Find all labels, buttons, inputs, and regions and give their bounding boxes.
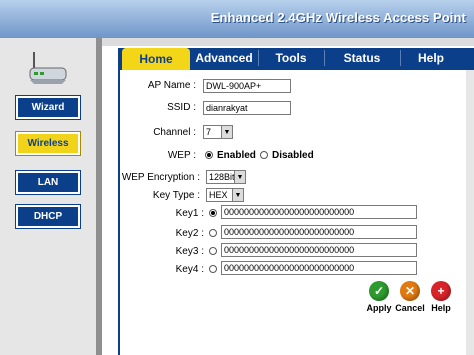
sidebar-item-wireless[interactable]: Wireless: [15, 131, 81, 156]
sidebar-item-lan[interactable]: LAN: [15, 170, 81, 195]
key1-radio[interactable]: [209, 209, 217, 217]
tab-separator: [400, 50, 401, 66]
ssid-field[interactable]: [203, 101, 291, 115]
wep-disabled-label: Disabled: [272, 150, 314, 161]
scrollbar[interactable]: [466, 70, 474, 355]
key-type-select[interactable]: HEX ▼: [206, 188, 244, 202]
wep-encryption-select[interactable]: 128Bit ▼: [206, 170, 246, 184]
key4-field[interactable]: [221, 261, 417, 275]
tab-home[interactable]: Home: [122, 48, 190, 70]
checkmark-icon: ✓: [369, 281, 389, 301]
tab-label: Status: [343, 51, 381, 65]
wep-enabled-label: Enabled: [217, 150, 256, 161]
key2-label: Key2 :: [175, 228, 204, 239]
ap-name-field[interactable]: [203, 79, 291, 93]
wep-encryption-value: 128Bit: [209, 172, 235, 182]
channel-value: 7: [206, 127, 212, 137]
apply-label: Apply: [366, 303, 392, 313]
channel-label: Channel :: [153, 127, 196, 138]
tab-label: Help: [417, 51, 444, 65]
key2-radio[interactable]: [209, 229, 217, 237]
tab-separator: [258, 50, 259, 66]
tab-advanced[interactable]: Advanced: [192, 48, 256, 68]
wep-encryption-label: WEP Encryption :: [121, 172, 200, 183]
key-type-label: Key Type :: [152, 190, 200, 201]
tab-status[interactable]: Status: [326, 48, 398, 68]
sidebar-item-label: LAN: [37, 177, 59, 188]
header-banner: Enhanced 2.4GHz Wireless Access Point: [0, 0, 474, 38]
channel-select[interactable]: 7 ▼: [203, 125, 233, 139]
cancel-label: Cancel: [395, 303, 425, 313]
tab-separator: [324, 50, 325, 66]
chevron-down-icon: ▼: [232, 189, 243, 201]
tab-label: Tools: [275, 51, 307, 65]
key3-label: Key3 :: [175, 246, 204, 257]
sidebar-item-dhcp[interactable]: DHCP: [15, 204, 81, 229]
ssid-label: SSID :: [167, 102, 196, 113]
key1-field[interactable]: [221, 205, 417, 219]
sidebar-item-wizard[interactable]: Wizard: [15, 95, 81, 120]
key3-field[interactable]: [221, 243, 417, 257]
sidebar-item-label: DHCP: [33, 211, 63, 222]
key2-field[interactable]: [221, 225, 417, 239]
wep-enabled-radio[interactable]: [205, 151, 213, 159]
sidebar-divider: [96, 38, 102, 355]
close-icon: ✕: [400, 281, 420, 301]
tab-help[interactable]: Help: [402, 48, 460, 68]
chevron-down-icon: ▼: [221, 126, 232, 138]
help-button[interactable]: + Help: [426, 281, 456, 313]
tab-tools[interactable]: Tools: [260, 48, 322, 68]
cancel-button[interactable]: ✕ Cancel: [395, 281, 425, 313]
key1-label: Key1 :: [175, 208, 204, 219]
key-type-value: HEX: [209, 190, 228, 200]
ap-name-label: AP Name :: [147, 80, 196, 91]
top-strip: [102, 38, 474, 46]
sidebar-item-label: Wizard: [31, 102, 65, 113]
chevron-down-icon: ▼: [234, 171, 245, 183]
key3-radio[interactable]: [209, 247, 217, 255]
sidebar-item-label: Wireless: [27, 138, 69, 149]
access-point-icon: [29, 52, 67, 84]
key4-radio[interactable]: [209, 265, 217, 273]
apply-button[interactable]: ✓ Apply: [364, 281, 394, 313]
plus-icon: +: [431, 281, 451, 301]
wep-disabled-radio[interactable]: [260, 151, 268, 159]
help-label: Help: [431, 303, 451, 313]
key4-label: Key4 :: [175, 264, 204, 275]
tab-label: Home: [139, 52, 173, 66]
tab-label: Advanced: [195, 51, 253, 65]
product-title: Enhanced 2.4GHz Wireless Access Point: [210, 10, 466, 25]
wep-label: WEP :: [167, 150, 196, 161]
